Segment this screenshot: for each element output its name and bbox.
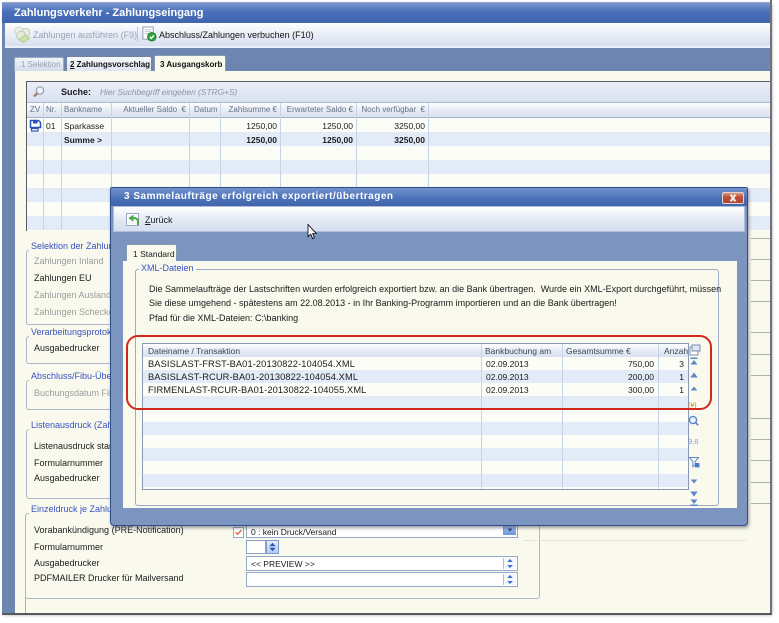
- svg-text:9,6: 9,6: [688, 437, 698, 446]
